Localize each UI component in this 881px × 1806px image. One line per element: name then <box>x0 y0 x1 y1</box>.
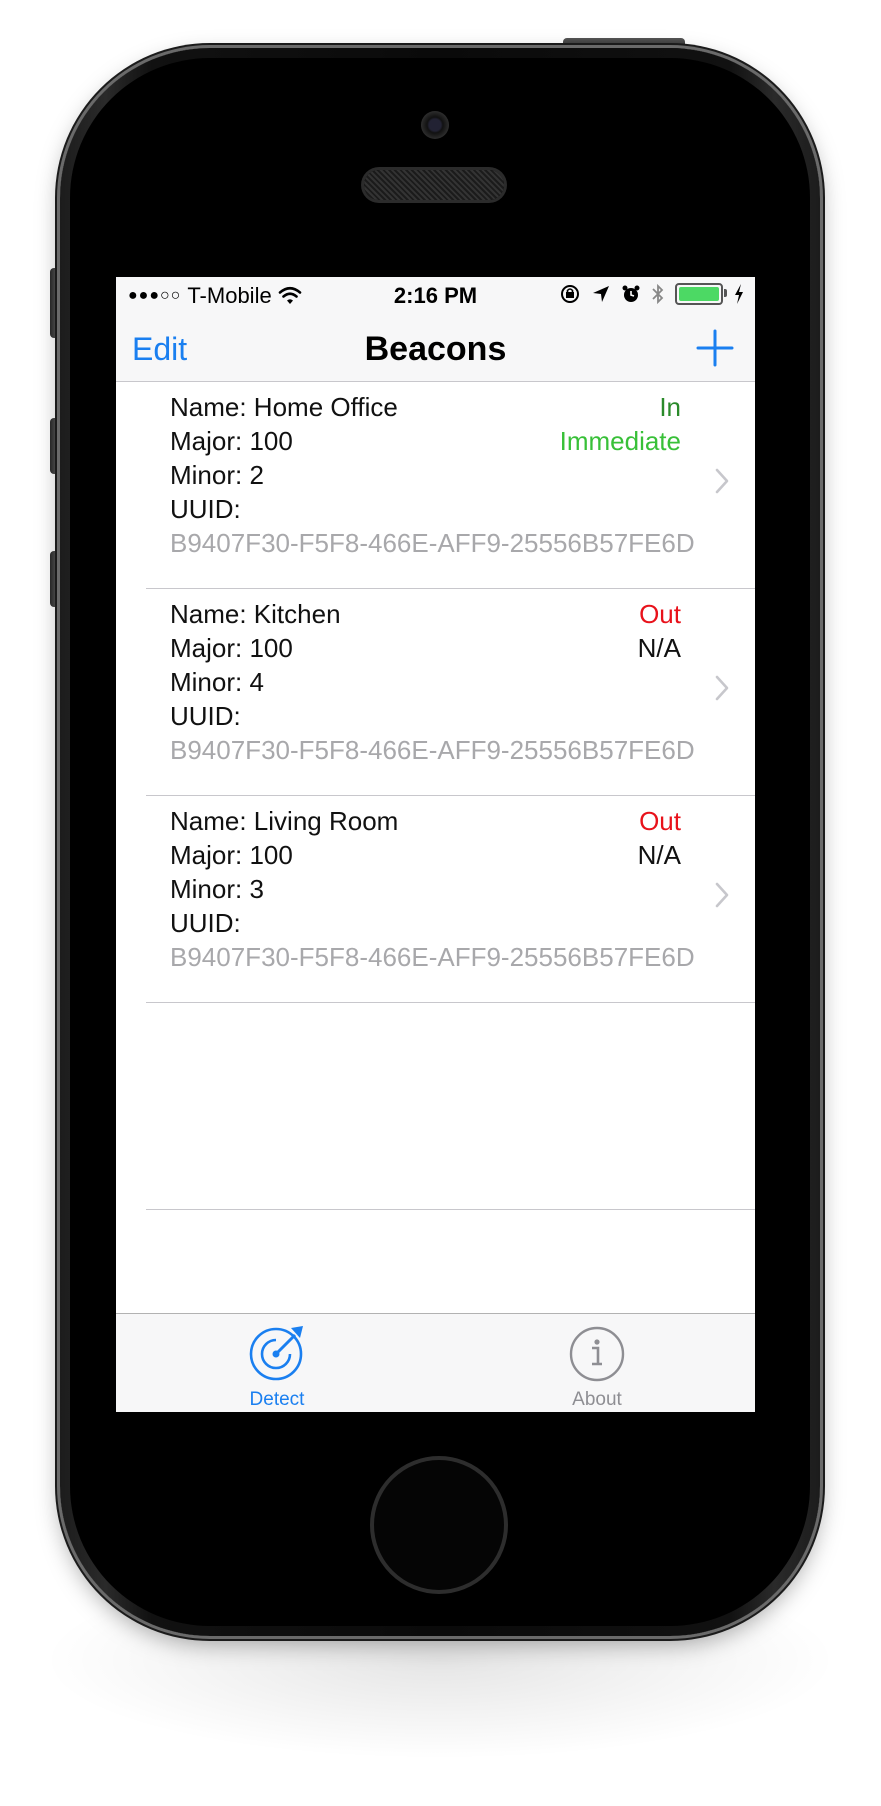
beacon-status: Out N/A <box>638 804 681 872</box>
earpiece-speaker <box>364 170 504 200</box>
beacon-name: Name: Living Room <box>170 806 399 836</box>
radar-icon <box>249 1326 303 1381</box>
beacon-status: Out N/A <box>638 597 681 665</box>
beacon-uuid: B9407F30-F5F8-466E-AFF9-25556B57FE6D <box>170 942 695 972</box>
beacon-uuid-label: UUID: <box>170 908 241 938</box>
beacon-details: Name: Kitchen Major: 100 Minor: 4 UUID: … <box>170 597 695 767</box>
bluetooth-icon <box>652 283 664 305</box>
beacon-name: Name: Kitchen <box>170 599 341 629</box>
beacon-list: Name: Home Office Major: 100 Minor: 2 UU… <box>116 382 755 1210</box>
beacon-major: Major: 100 <box>170 633 293 663</box>
beacon-row-home-office[interactable]: Name: Home Office Major: 100 Minor: 2 UU… <box>116 382 755 589</box>
charging-bolt-icon <box>735 284 743 304</box>
battery-icon <box>675 283 727 305</box>
info-icon <box>569 1326 625 1382</box>
beacon-row-kitchen[interactable]: Name: Kitchen Major: 100 Minor: 4 UUID: … <box>116 589 755 796</box>
beacon-minor: Minor: 3 <box>170 874 264 904</box>
row-separator <box>146 1209 755 1210</box>
proximity-value: N/A <box>637 840 681 870</box>
chevron-right-icon <box>715 468 729 494</box>
tab-bar: Detect About <box>116 1313 755 1412</box>
chevron-right-icon <box>715 675 729 701</box>
home-button[interactable] <box>370 1456 508 1594</box>
region-state: In <box>659 392 681 422</box>
beacon-minor: Minor: 2 <box>170 460 264 490</box>
beacon-row-living-room[interactable]: Name: Living Room Major: 100 Minor: 3 UU… <box>116 796 755 1003</box>
alarm-icon <box>622 285 640 302</box>
beacon-major: Major: 100 <box>170 840 293 870</box>
region-state: Out <box>639 599 681 629</box>
navigation-bar: Edit Beacons <box>116 317 755 382</box>
app-screen: ●●●○○ T-Mobile 2:16 PM Edit Beacons Name… <box>116 277 755 1412</box>
battery-level-fill <box>679 287 719 301</box>
beacon-uuid-label: UUID: <box>170 701 241 731</box>
tab-about-label: About <box>572 1389 622 1410</box>
beacon-uuid-label: UUID: <box>170 494 241 524</box>
status-bar: ●●●○○ T-Mobile 2:16 PM <box>116 277 755 317</box>
location-arrow-icon <box>593 286 609 302</box>
beacon-status: In Immediate <box>560 390 681 458</box>
rotation-lock-icon <box>561 285 579 303</box>
proximity-value: Immediate <box>559 426 681 456</box>
page-title: Beacons <box>364 330 507 368</box>
proximity-value: N/A <box>637 633 681 663</box>
add-beacon-plus-icon[interactable] <box>695 328 735 368</box>
tab-about[interactable]: About <box>527 1322 667 1411</box>
tab-detect[interactable]: Detect <box>207 1322 347 1411</box>
beacon-details: Name: Living Room Major: 100 Minor: 3 UU… <box>170 804 695 974</box>
region-state: Out <box>639 806 681 836</box>
beacon-uuid: B9407F30-F5F8-466E-AFF9-25556B57FE6D <box>170 528 695 558</box>
front-camera <box>421 111 449 139</box>
tab-detect-label: Detect <box>249 1389 305 1410</box>
empty-list-row <box>116 1003 755 1210</box>
chevron-right-icon <box>715 882 729 908</box>
beacon-uuid: B9407F30-F5F8-466E-AFF9-25556B57FE6D <box>170 735 695 765</box>
beacon-minor: Minor: 4 <box>170 667 264 697</box>
